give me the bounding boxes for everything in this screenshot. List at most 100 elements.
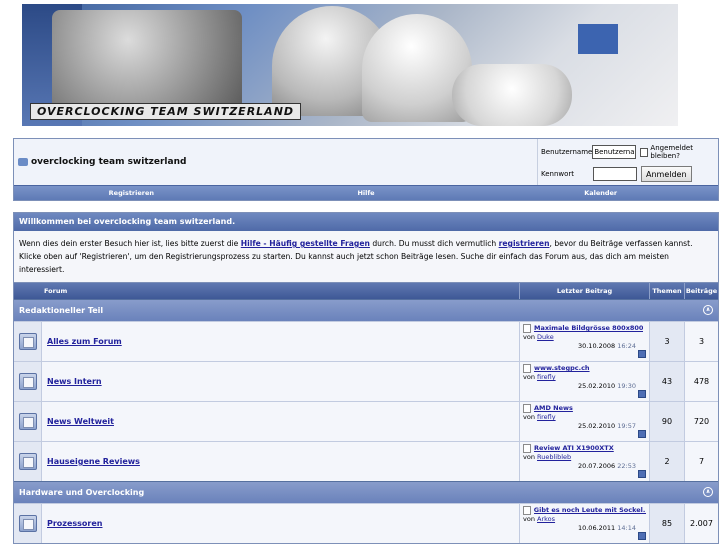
login-box: Benutzername Angemeldet bleiben? Kennwor…	[537, 139, 718, 185]
collapse-icon[interactable]: ∧	[703, 487, 713, 497]
go-to-last-post-icon[interactable]	[638, 470, 646, 478]
post-icon	[523, 364, 531, 373]
site-name[interactable]: overclocking team switzerland	[31, 157, 186, 167]
login-button[interactable]: Anmelden	[641, 166, 692, 182]
menu-item-calendar[interactable]: Kalender	[483, 186, 718, 200]
main-menu: Registrieren Hilfe Kalender	[14, 185, 718, 200]
forum-status-cell	[14, 442, 41, 481]
go-to-last-post-icon[interactable]	[638, 430, 646, 438]
breadcrumb: overclocking team switzerland	[14, 139, 537, 185]
remember-label: Angemeldet bleiben?	[650, 144, 693, 160]
threads-count: 85	[649, 504, 684, 543]
last-post-user[interactable]: Rueblibleb	[537, 453, 571, 461]
forum-folder-icon	[18, 373, 37, 390]
last-post-date: 25.02.2010	[577, 382, 616, 390]
forum-table-header: Forum Letzter Beitrag Themen Beiträge	[14, 283, 718, 299]
forum-name-cell: Hauseigene Reviews	[41, 442, 519, 481]
banner-connector-graphic	[578, 24, 618, 54]
register-link[interactable]: registrieren	[499, 239, 550, 248]
forum-name-cell: News Weltweit	[41, 402, 519, 441]
password-label: Kennwort	[541, 170, 575, 178]
last-post-user[interactable]: firefly	[537, 373, 556, 381]
welcome-box: Willkommen bei overclocking team switzer…	[13, 212, 719, 283]
go-to-last-post-icon[interactable]	[638, 350, 646, 358]
last-post-time: 22:53	[617, 462, 636, 470]
last-post-user[interactable]: Duke	[537, 333, 554, 341]
last-post-cell: www.stegpc.ch von firefly 25.02.2010 19:30	[519, 362, 649, 401]
forum-link[interactable]: News Intern	[47, 377, 102, 386]
posts-count: 720	[684, 402, 718, 441]
forum-table-body: Redaktioneller Teil ∧ Alles zum Forum Maxim…	[14, 299, 718, 543]
last-post-time: 19:57	[617, 422, 636, 430]
last-post-date: 10.06.2011	[577, 524, 616, 532]
category-header[interactable]: Redaktioneller Teil ∧	[14, 299, 718, 321]
posts-count: 7	[684, 442, 718, 481]
forum-status-cell	[14, 322, 41, 361]
last-post-link[interactable]: AMD News	[534, 404, 573, 413]
post-icon	[523, 506, 531, 515]
last-post-time: 16:24	[617, 342, 636, 350]
threads-count: 43	[649, 362, 684, 401]
last-post-user[interactable]: firefly	[537, 413, 556, 421]
welcome-text: Wenn dies dein erster Besuch hier ist, l…	[14, 231, 718, 282]
header-posts: Beiträge	[684, 283, 718, 299]
forum-status-cell	[14, 504, 41, 543]
last-post-link[interactable]: Gibt es noch Leute mit Sockel...	[534, 506, 646, 515]
forum-folder-icon	[18, 413, 37, 430]
welcome-text-part: Wenn dies dein erster Besuch hier ist, l…	[19, 239, 241, 248]
banner-component-graphic	[452, 64, 572, 126]
last-post-cell: Gibt es noch Leute mit Sockel... von Arko…	[519, 504, 649, 543]
password-field[interactable]	[593, 167, 637, 181]
forum-name-cell: Prozessoren	[41, 504, 519, 543]
site-banner: OVERCLOCKING TEAM SWITZERLAND	[22, 4, 678, 126]
posts-count: 478	[684, 362, 718, 401]
category-name[interactable]: Redaktioneller Teil	[19, 306, 103, 315]
forum-name-cell: Alles zum Forum	[41, 322, 519, 361]
forum-link[interactable]: News Weltweit	[47, 417, 114, 426]
last-post-user[interactable]: Arkos	[537, 515, 555, 523]
forum-folder-icon	[18, 453, 37, 470]
category-header[interactable]: Hardware und Overclocking ∧	[14, 481, 718, 503]
last-post-date: 30.10.2008	[577, 342, 616, 350]
navbar: overclocking team switzerland Benutzerna…	[13, 138, 719, 201]
username-field[interactable]	[592, 145, 637, 159]
by-label: von	[523, 413, 535, 421]
table-row: News Intern www.stegpc.ch von firefly 25.02…	[14, 361, 718, 401]
header-icon-col	[14, 283, 41, 299]
posts-count: 3	[684, 322, 718, 361]
go-to-last-post-icon[interactable]	[638, 390, 646, 398]
last-post-cell: AMD News von firefly 25.02.2010 19:57	[519, 402, 649, 441]
home-icon[interactable]	[18, 158, 28, 166]
last-post-link[interactable]: www.stegpc.ch	[534, 364, 590, 373]
header-last-post: Letzter Beitrag	[519, 283, 649, 299]
post-icon	[523, 444, 531, 453]
forum-folder-icon	[18, 333, 37, 350]
faq-link[interactable]: Hilfe - Häufig gestellte Fragen	[241, 239, 370, 248]
last-post-time: 14:14	[617, 524, 636, 532]
forum-status-cell	[14, 362, 41, 401]
forum-link[interactable]: Hauseigene Reviews	[47, 457, 140, 466]
by-label: von	[523, 515, 535, 523]
welcome-text-part: durch. Du musst dich vermutlich	[369, 239, 499, 248]
go-to-last-post-icon[interactable]	[638, 532, 646, 540]
last-post-link[interactable]: Review ATI X1900XTX	[534, 444, 614, 453]
forum-folder-icon	[18, 515, 37, 532]
banner-title: OVERCLOCKING TEAM SWITZERLAND	[30, 103, 302, 120]
remember-checkbox[interactable]	[640, 147, 649, 157]
post-icon	[523, 324, 531, 333]
forum-name-cell: News Intern	[41, 362, 519, 401]
forum-link[interactable]: Prozessoren	[47, 519, 102, 528]
collapse-icon[interactable]: ∧	[703, 305, 713, 315]
welcome-heading: Willkommen bei overclocking team switzer…	[14, 213, 718, 231]
menu-item-help[interactable]: Hilfe	[249, 186, 484, 200]
menu-item-register[interactable]: Registrieren	[14, 186, 249, 200]
threads-count: 90	[649, 402, 684, 441]
last-post-link[interactable]: Maximale Bildgrösse 800x800	[534, 324, 643, 333]
by-label: von	[523, 373, 535, 381]
category-name[interactable]: Hardware und Overclocking	[19, 488, 144, 497]
forum-table: Forum Letzter Beitrag Themen Beiträge Re…	[13, 282, 719, 544]
by-label: von	[523, 453, 535, 461]
banner-inductor-graphic	[52, 10, 242, 110]
forum-link[interactable]: Alles zum Forum	[47, 337, 122, 346]
forum-status-cell	[14, 402, 41, 441]
